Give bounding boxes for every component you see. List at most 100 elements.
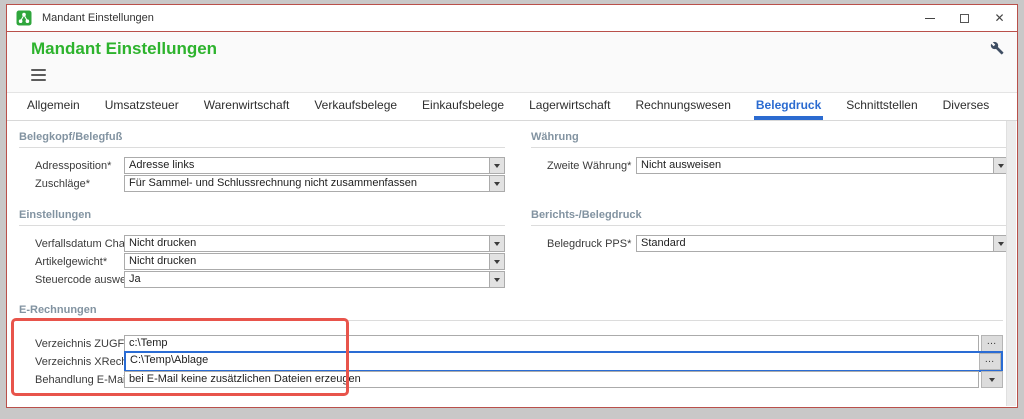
tab-content-belegdruck: Belegkopf/Belegfuß Adressposition* Adres…	[7, 121, 1017, 408]
page-title: Mandant Einstellungen	[31, 39, 217, 59]
field-value: Nicht ausweisen	[637, 158, 993, 173]
tab-schnittstellen[interactable]: Schnittstellen	[844, 93, 919, 120]
section-divider	[531, 225, 1009, 226]
dropdown-button[interactable]	[981, 371, 1003, 388]
verzeichnis-zugferd-field: c:\Temp …	[124, 335, 1003, 352]
browse-button[interactable]: …	[979, 353, 1001, 370]
minimize-button[interactable]	[912, 5, 947, 31]
section-divider	[19, 147, 505, 148]
tab-rechnungswesen[interactable]: Rechnungswesen	[633, 93, 732, 120]
form-field-row: Artikelgewicht* Nicht drucken	[19, 253, 505, 270]
app-icon	[16, 10, 32, 26]
tab-allgemein[interactable]: Allgemein	[25, 93, 82, 120]
belegdruck-pps-dropdown[interactable]: Standard	[636, 235, 1009, 252]
chevron-down-icon	[494, 182, 500, 186]
behandlung-email-value[interactable]: bei E-Mail keine zusätzlichen Dateien er…	[124, 371, 979, 388]
section-title: E-Rechnungen	[19, 304, 1003, 316]
browse-button[interactable]: …	[981, 335, 1003, 352]
field-label: Behandlung E-Mail	[19, 374, 124, 386]
tab-umsatzsteuer[interactable]: Umsatzsteuer	[103, 93, 181, 120]
chevron-down-icon	[494, 260, 500, 264]
minimize-icon	[925, 18, 935, 19]
form-field-row: Behandlung E-Mail bei E-Mail keine zusät…	[19, 371, 1003, 388]
form-field-row: Steuercode ausweisen* Ja	[19, 271, 505, 288]
dropdown-button[interactable]	[489, 236, 504, 251]
settings-tabbar: Allgemein Umsatzsteuer Warenwirtschaft V…	[7, 93, 1017, 121]
dropdown-button[interactable]	[489, 176, 504, 191]
hamburger-menu-button[interactable]	[31, 69, 46, 84]
dropdown-button[interactable]	[489, 272, 504, 287]
artikelgewicht-dropdown[interactable]: Nicht drucken	[124, 253, 505, 270]
section-divider	[19, 225, 505, 226]
wrench-settings-button[interactable]	[990, 41, 1004, 55]
field-label: Steuercode ausweisen*	[19, 274, 124, 286]
field-label: Artikelgewicht*	[19, 256, 124, 268]
hamburger-icon	[31, 69, 46, 71]
section-einstellungen: Einstellungen Verfallsdatum Charge* Nich…	[19, 209, 505, 289]
section-title: Währung	[531, 131, 1009, 143]
chevron-down-icon	[494, 242, 500, 246]
window-titlebar[interactable]: Mandant Einstellungen ✕	[7, 5, 1017, 32]
dropdown-button[interactable]	[489, 254, 504, 269]
chevron-down-icon	[494, 164, 500, 168]
section-title: Einstellungen	[19, 209, 505, 221]
tab-einkaufsbelege[interactable]: Einkaufsbelege	[420, 93, 506, 120]
form-field-row: Belegdruck PPS* Standard	[531, 235, 1009, 252]
tab-belegdruck[interactable]: Belegdruck	[754, 93, 823, 120]
field-label: Adressposition*	[19, 160, 124, 172]
close-button[interactable]: ✕	[982, 5, 1017, 31]
steuercode-ausweisen-dropdown[interactable]: Ja	[124, 271, 505, 288]
section-belegkopf-belegfuss: Belegkopf/Belegfuß Adressposition* Adres…	[19, 131, 505, 193]
form-field-row: Verzeichnis ZUGFeRD c:\Temp …	[19, 335, 1003, 352]
chevron-down-icon	[998, 242, 1004, 246]
field-value: Ja	[125, 272, 489, 287]
maximize-button[interactable]	[947, 5, 982, 31]
field-label: Verzeichnis XRechnung	[19, 356, 124, 368]
field-label: Zuschläge*	[19, 178, 124, 190]
vertical-scrollbar-track[interactable]	[1006, 121, 1016, 406]
field-label: Zweite Währung*	[531, 160, 636, 172]
field-value: Nicht drucken	[125, 254, 489, 269]
chevron-down-icon	[494, 278, 500, 282]
form-field-row: Zuschläge* Für Sammel- und Schlussrechnu…	[19, 175, 505, 192]
form-field-row: Adressposition* Adresse links	[19, 157, 505, 174]
field-label: Belegdruck PPS*	[531, 238, 636, 250]
field-label: Verzeichnis ZUGFeRD	[19, 338, 124, 350]
section-divider	[531, 147, 1009, 148]
zuschlaege-dropdown[interactable]: Für Sammel- und Schlussrechnung nicht zu…	[124, 175, 505, 192]
verzeichnis-xrechnung-field: C:\Temp\Ablage …	[124, 351, 1003, 372]
field-value: Nicht drucken	[125, 236, 489, 251]
maximize-icon	[960, 14, 969, 23]
field-label: Verfallsdatum Charge*	[19, 238, 124, 250]
verzeichnis-zugferd-input[interactable]: c:\Temp	[124, 335, 979, 352]
chevron-down-icon	[998, 164, 1004, 168]
behandlung-email-field: bei E-Mail keine zusätzlichen Dateien er…	[124, 371, 1003, 388]
section-berichts-belegdruck: Berichts-/Belegdruck Belegdruck PPS* Sta…	[531, 209, 1009, 253]
page-header: Mandant Einstellungen	[7, 32, 1017, 93]
window-title: Mandant Einstellungen	[42, 12, 154, 24]
section-title: Berichts-/Belegdruck	[531, 209, 1009, 221]
tab-warenwirtschaft[interactable]: Warenwirtschaft	[202, 93, 292, 120]
close-icon: ✕	[994, 12, 1004, 24]
mandant-einstellungen-window: Mandant Einstellungen ✕ Mandant Einstell…	[6, 4, 1018, 408]
tab-lagerwirtschaft[interactable]: Lagerwirtschaft	[527, 93, 612, 120]
field-value: Standard	[637, 236, 993, 251]
zweite-waehrung-dropdown[interactable]: Nicht ausweisen	[636, 157, 1009, 174]
ellipsis-icon: …	[987, 337, 998, 347]
section-e-rechnungen: E-Rechnungen Verzeichnis ZUGFeRD c:\Temp…	[19, 304, 1003, 389]
dropdown-button[interactable]	[489, 158, 504, 173]
adressposition-dropdown[interactable]: Adresse links	[124, 157, 505, 174]
ellipsis-icon: …	[985, 355, 996, 365]
verfallsdatum-charge-dropdown[interactable]: Nicht drucken	[124, 235, 505, 252]
field-value: Adresse links	[125, 158, 489, 173]
form-field-row: Verzeichnis XRechnung C:\Temp\Ablage …	[19, 353, 1003, 370]
field-value: Für Sammel- und Schlussrechnung nicht zu…	[125, 176, 489, 191]
section-title: Belegkopf/Belegfuß	[19, 131, 505, 143]
verzeichnis-xrechnung-input[interactable]: C:\Temp\Ablage	[126, 353, 979, 370]
form-field-row: Zweite Währung* Nicht ausweisen	[531, 157, 1009, 174]
section-divider	[19, 320, 1003, 321]
form-field-row: Verfallsdatum Charge* Nicht drucken	[19, 235, 505, 252]
section-waehrung: Währung Zweite Währung* Nicht ausweisen	[531, 131, 1009, 175]
tab-verkaufsbelege[interactable]: Verkaufsbelege	[312, 93, 399, 120]
tab-diverses[interactable]: Diverses	[941, 93, 992, 120]
